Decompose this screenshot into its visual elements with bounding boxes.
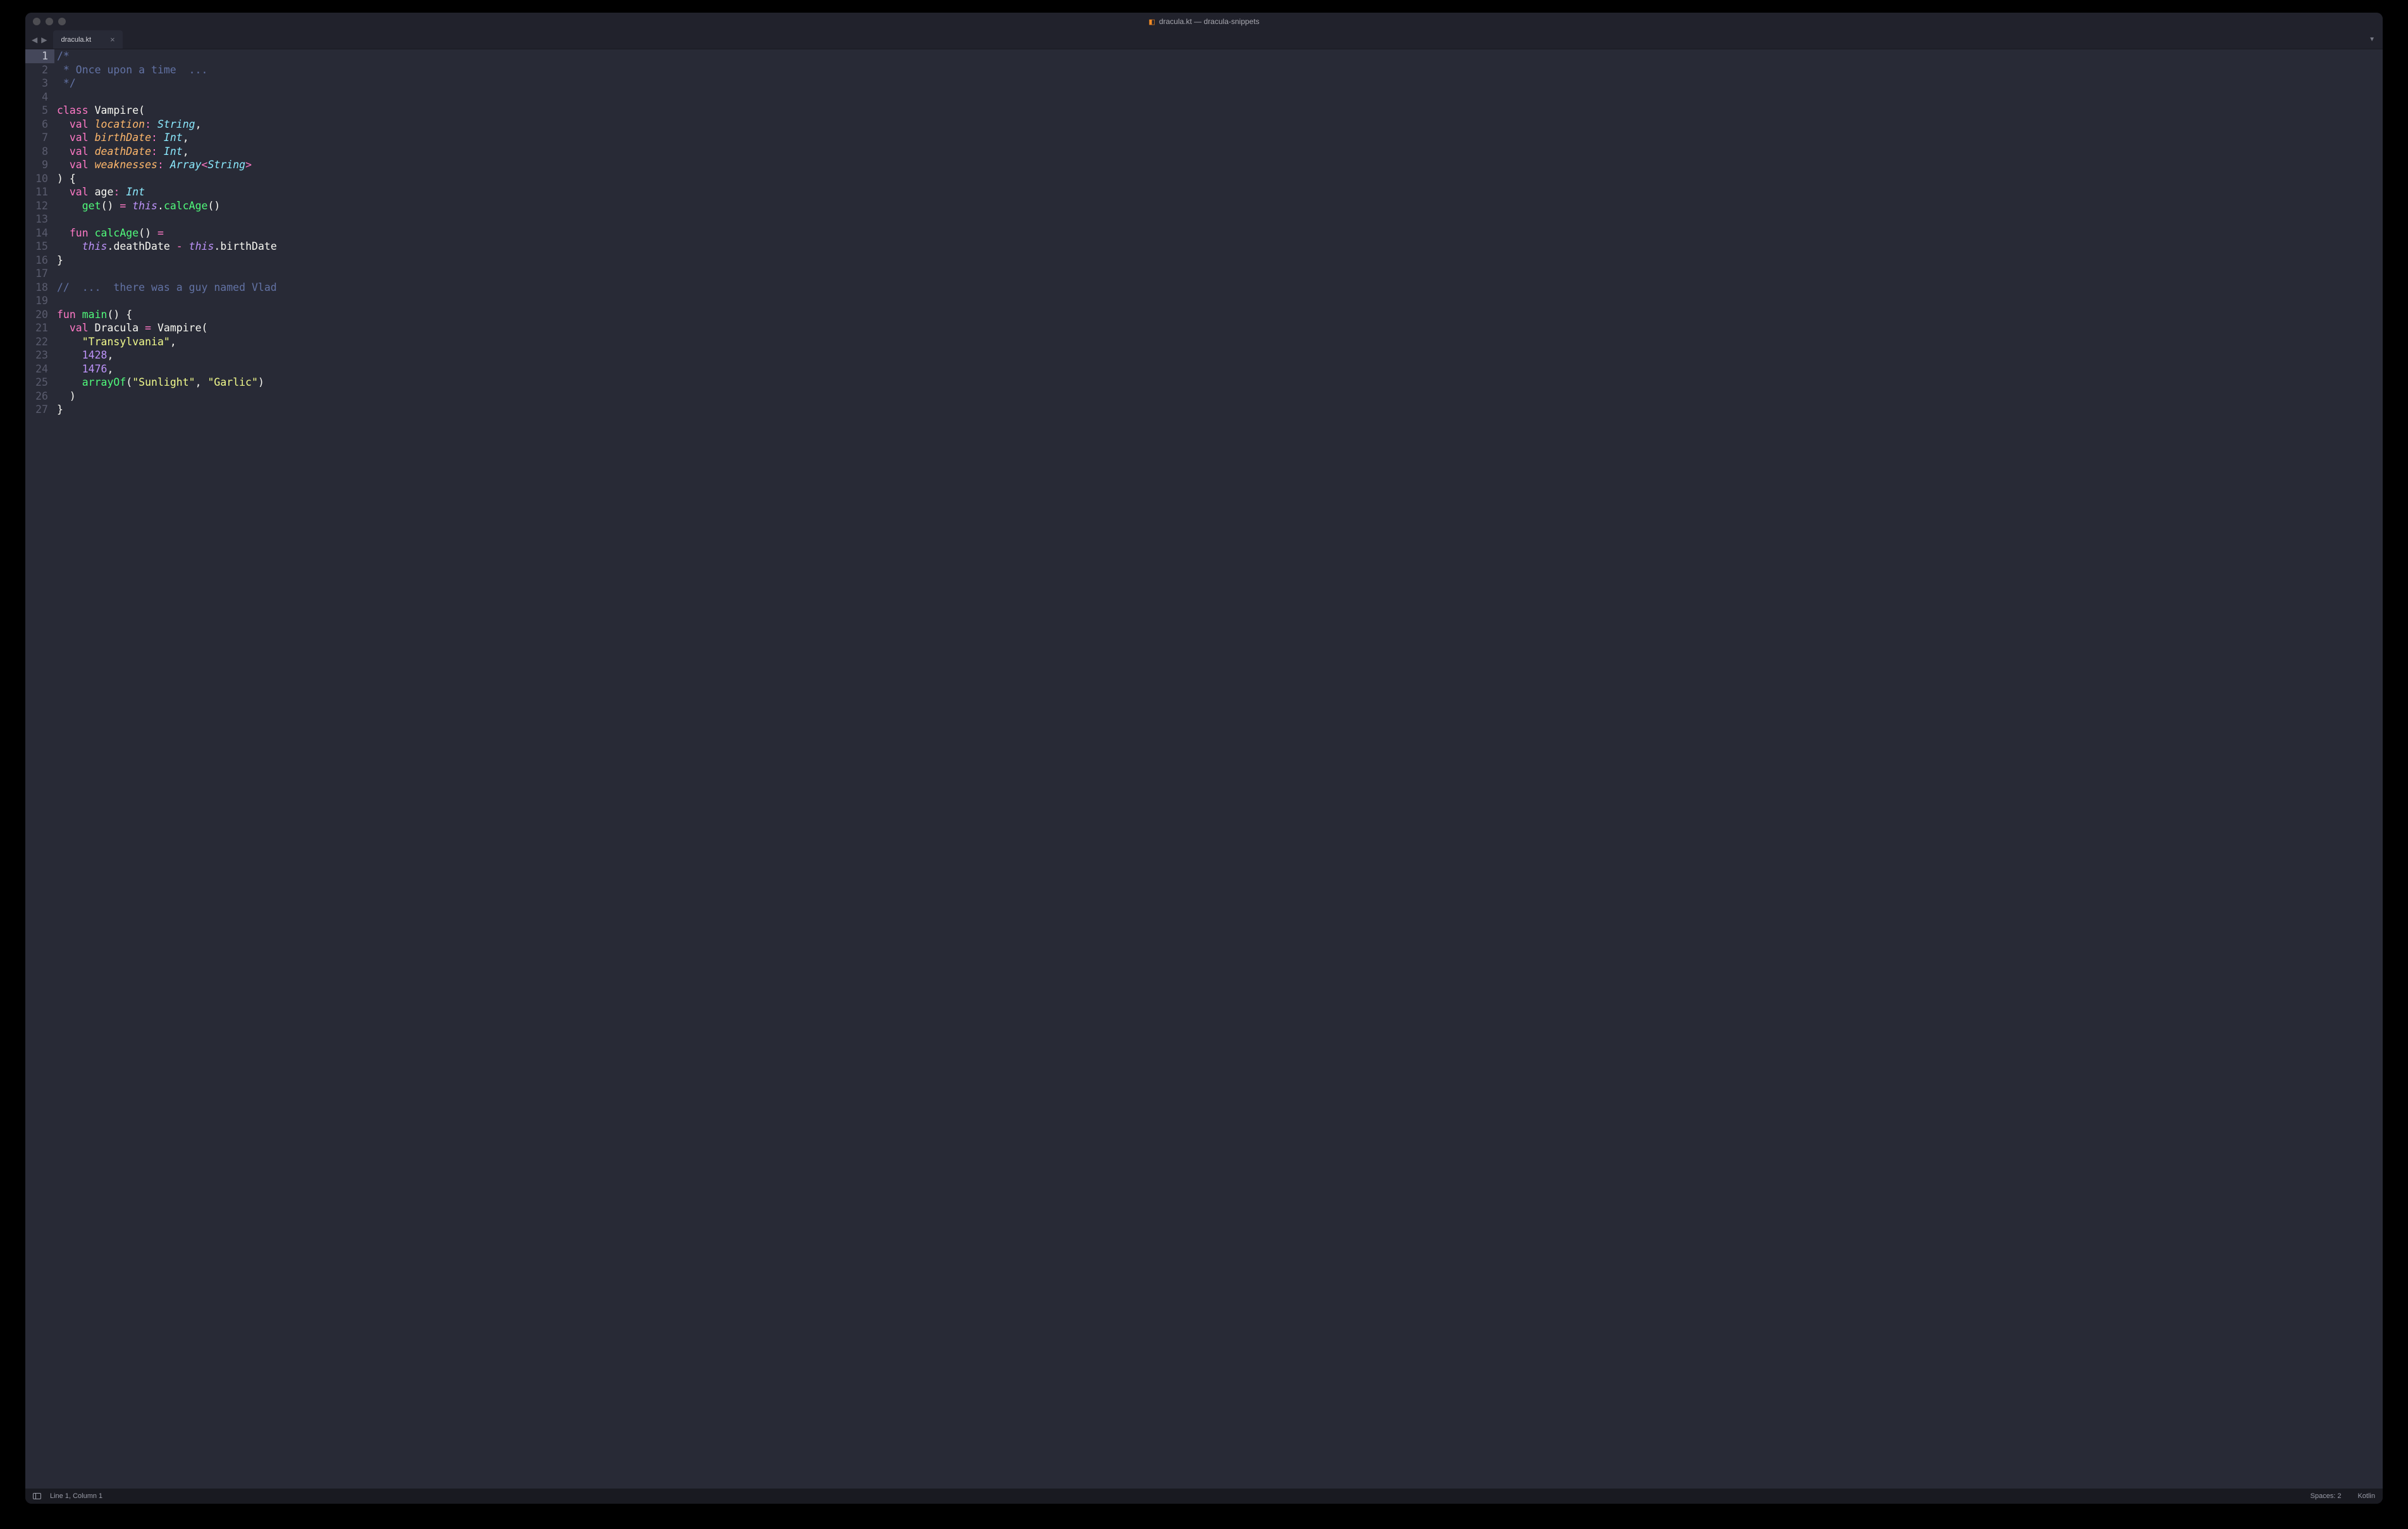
- nav-arrows: ◀ ▶: [25, 30, 53, 49]
- code-line[interactable]: fun calcAge() =: [57, 226, 2383, 240]
- code-line[interactable]: ) {: [57, 172, 2383, 186]
- code-line[interactable]: "Transylvania",: [57, 335, 2383, 349]
- tab-overflow-button[interactable]: ▼: [2361, 30, 2383, 49]
- line-number[interactable]: 15: [25, 240, 48, 254]
- line-number[interactable]: 16: [25, 254, 48, 267]
- code-line[interactable]: fun main() {: [57, 308, 2383, 322]
- window-title: ◧ dracula.kt — dracula-snippets: [25, 17, 2383, 26]
- code-line[interactable]: val Dracula = Vampire(: [57, 321, 2383, 335]
- code-line[interactable]: 1428,: [57, 348, 2383, 362]
- minimize-window-button[interactable]: [46, 18, 53, 25]
- line-number[interactable]: 14: [25, 226, 48, 240]
- line-number[interactable]: 13: [25, 212, 48, 226]
- title-file: dracula.kt: [1159, 17, 1192, 26]
- close-window-button[interactable]: [33, 18, 40, 25]
- line-number[interactable]: 25: [25, 376, 48, 390]
- status-language[interactable]: Kotlin: [2357, 1492, 2375, 1500]
- title-sep: —: [1192, 17, 1204, 26]
- line-number[interactable]: 2: [25, 63, 48, 77]
- window-controls: [25, 18, 66, 25]
- line-number[interactable]: 5: [25, 104, 48, 118]
- line-number[interactable]: 9: [25, 158, 48, 172]
- title-project: dracula-snippets: [1204, 17, 1260, 26]
- code-line[interactable]: val location: String,: [57, 118, 2383, 132]
- line-number[interactable]: 18: [25, 281, 48, 295]
- tab-active[interactable]: dracula.kt ×: [53, 30, 122, 49]
- code-line[interactable]: /*: [57, 49, 2383, 63]
- line-number[interactable]: 11: [25, 185, 48, 199]
- code-content[interactable]: /* * Once upon a time ... */ class Vampir…: [54, 49, 2383, 1489]
- code-line[interactable]: val age: Int: [57, 185, 2383, 199]
- line-number[interactable]: 19: [25, 294, 48, 308]
- line-number[interactable]: 21: [25, 321, 48, 335]
- code-line[interactable]: arrayOf("Sunlight", "Garlic"): [57, 376, 2383, 390]
- line-number[interactable]: 20: [25, 308, 48, 322]
- code-line[interactable]: }: [57, 403, 2383, 417]
- line-number[interactable]: 10: [25, 172, 48, 186]
- code-line[interactable]: }: [57, 254, 2383, 267]
- code-line[interactable]: // ... there was a guy named Vlad: [57, 281, 2383, 295]
- line-number[interactable]: 27: [25, 403, 48, 417]
- line-number[interactable]: 17: [25, 267, 48, 281]
- line-number[interactable]: 3: [25, 77, 48, 90]
- code-line[interactable]: [57, 212, 2383, 226]
- code-line[interactable]: [57, 294, 2383, 308]
- line-number[interactable]: 26: [25, 390, 48, 403]
- tab-bar: ◀ ▶ dracula.kt × ▼: [25, 30, 2383, 49]
- code-line[interactable]: class Vampire(: [57, 104, 2383, 118]
- line-number-gutter: 1234567891011121314151617181920212223242…: [25, 49, 54, 1489]
- line-number[interactable]: 23: [25, 348, 48, 362]
- tab-close-icon[interactable]: ×: [110, 35, 115, 44]
- code-line[interactable]: val weaknesses: Array<String>: [57, 158, 2383, 172]
- code-line[interactable]: 1476,: [57, 362, 2383, 376]
- line-number[interactable]: 24: [25, 362, 48, 376]
- editor-area[interactable]: 1234567891011121314151617181920212223242…: [25, 49, 2383, 1489]
- line-number[interactable]: 6: [25, 118, 48, 132]
- line-number[interactable]: 12: [25, 199, 48, 213]
- status-indent[interactable]: Spaces: 2: [2311, 1492, 2342, 1500]
- zoom-window-button[interactable]: [58, 18, 66, 25]
- status-bar: Line 1, Column 1 Spaces: 2 Kotlin: [25, 1489, 2383, 1504]
- titlebar: ◧ dracula.kt — dracula-snippets: [25, 13, 2383, 30]
- code-line[interactable]: this.deathDate - this.birthDate: [57, 240, 2383, 254]
- code-line[interactable]: get() = this.calcAge(): [57, 199, 2383, 213]
- code-line[interactable]: ): [57, 390, 2383, 403]
- code-line[interactable]: * Once upon a time ...: [57, 63, 2383, 77]
- line-number[interactable]: 1: [25, 49, 54, 63]
- tab-label: dracula.kt: [61, 36, 91, 44]
- code-line[interactable]: [57, 90, 2383, 104]
- status-cursor-position[interactable]: Line 1, Column 1: [50, 1492, 102, 1500]
- line-number[interactable]: 7: [25, 131, 48, 145]
- line-number[interactable]: 22: [25, 335, 48, 349]
- code-line[interactable]: */: [57, 77, 2383, 90]
- line-number[interactable]: 4: [25, 90, 48, 104]
- code-line[interactable]: [57, 267, 2383, 281]
- code-line[interactable]: val deathDate: Int,: [57, 145, 2383, 159]
- panel-toggle-icon[interactable]: [33, 1493, 41, 1499]
- editor-window: ◧ dracula.kt — dracula-snippets ◀ ▶ drac…: [25, 13, 2383, 1504]
- code-line[interactable]: val birthDate: Int,: [57, 131, 2383, 145]
- line-number[interactable]: 8: [25, 145, 48, 159]
- nav-back-icon[interactable]: ◀: [32, 35, 37, 44]
- file-type-icon: ◧: [1148, 18, 1155, 26]
- nav-forward-icon[interactable]: ▶: [41, 35, 47, 44]
